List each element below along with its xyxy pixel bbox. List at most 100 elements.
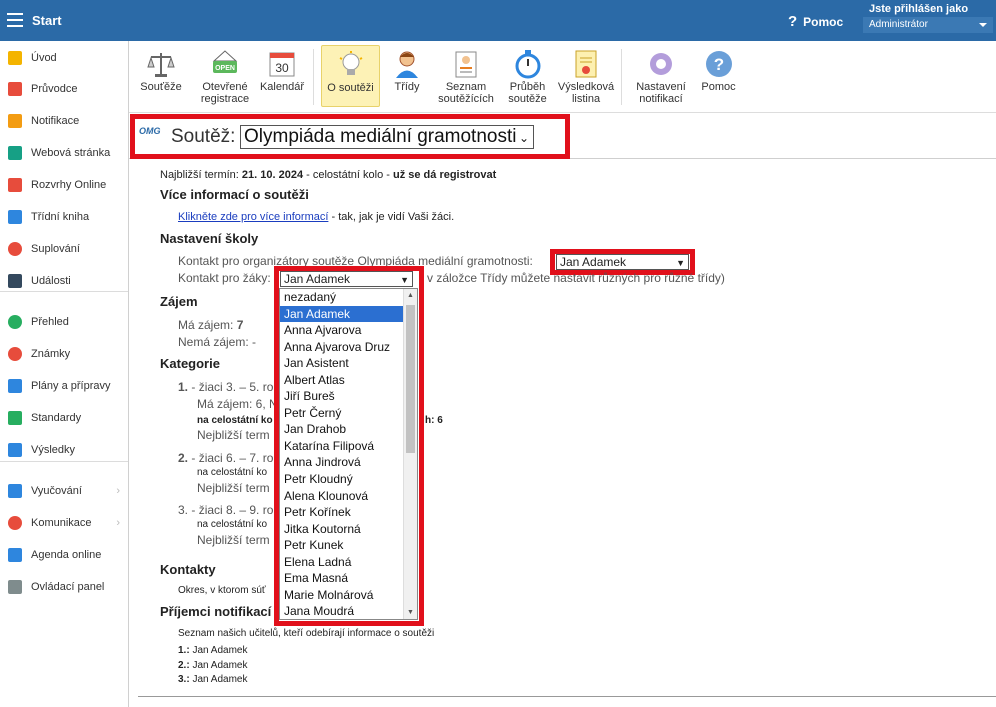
sidebar-item-14[interactable]: Komunikace › [0,512,128,534]
dropdown-option[interactable]: Marie Molnárová [280,587,417,604]
chevron-down-icon: ⌄ [518,131,529,145]
sidebar-item-4[interactable]: Rozvrhy Online [0,174,128,196]
sidebar-item-0[interactable]: Úvod [0,47,128,69]
sidebar-item-13[interactable]: Vyučování › [0,480,128,502]
sidebar-item-2[interactable]: Notifikace [0,110,128,132]
dropdown-option[interactable]: nezadaný [280,289,417,306]
deadline-line: Najbližší termín: 21. 10. 2024 - celostá… [160,169,497,181]
sidebar-item-label: Rozvrhy Online [31,179,107,191]
sidebar-item-1[interactable]: Průvodce [0,78,128,100]
dropdown-option[interactable]: Anna Jindrová [280,454,417,471]
sidebar-item-label: Úvod [31,52,57,64]
toolbar-item-label: Výsledková [557,81,615,93]
recipient-item: 1.: Jan Adamek [178,645,248,656]
user-menu[interactable]: Jste přihlášen jako Administrátor [863,3,993,37]
category-3-final: na celostátní ko [197,519,268,530]
organizer-contact-select[interactable]: Jan Adamek ▼ [556,254,689,270]
user-role-select[interactable]: Administrátor [863,17,993,33]
sidebar-item-8[interactable]: Přehled [0,311,128,333]
dropdown-option[interactable]: Anna Ajvarova [280,322,417,339]
school-settings-heading: Nastavení školy [160,231,259,246]
toolbar-item-label: Seznam [445,81,487,93]
dropdown-option[interactable]: Anna Ajvarova Druz [280,339,417,356]
category-1-term: Nejbližší term [197,428,270,442]
toolbar-item-4[interactable]: Třídy [382,45,432,107]
help-link[interactable]: ? Pomoc [788,13,843,30]
teaching-icon [8,484,22,498]
chat-icon [8,516,22,530]
app-title[interactable]: Start [32,13,62,28]
sidebar-item-10[interactable]: Plány a přípravy [0,375,128,397]
dropdown-option[interactable]: Albert Atlas [280,372,417,389]
toolbar-item-label-2: notifikací [639,93,683,105]
chart-icon [8,443,22,457]
pupils-contact-select[interactable]: Jan Adamek ▼ [280,271,413,287]
sidebar-item-15[interactable]: Agenda online [0,544,128,566]
open-sign-icon: OPEN [210,49,240,79]
dropdown-option[interactable]: Jan Drahob [280,421,417,438]
sidebar-item-label: Komunikace [31,517,92,529]
dropdown-option[interactable]: Katarína Filipová [280,438,417,455]
sidebar-item-3[interactable]: Webová stránka [0,142,128,164]
toolbar-item-1[interactable]: OPEN Otevřené registrace [194,45,256,107]
scroll-up-icon[interactable]: ▲ [407,292,414,299]
dropdown-option[interactable]: Petr Kunek [280,537,417,554]
scroll-thumb[interactable] [406,305,415,453]
toolbar-item-8[interactable]: Nastavení notifikací [630,45,692,107]
dropdown-scrollbar[interactable]: ▲ ▼ [403,289,417,619]
dropdown-option[interactable]: Jitka Koutorná [280,521,417,538]
person-icon [8,242,22,256]
toolbar-item-3[interactable]: O soutěži [321,45,380,107]
scroll-down-icon[interactable]: ▼ [407,609,414,616]
toolbar-item-label: Souťěže [140,81,182,93]
dropdown-option[interactable]: Ema Masná [280,570,417,587]
dropdown-option[interactable]: Alena Klounová [280,488,417,505]
sidebar-item-7[interactable]: Události [0,270,128,292]
sidebar-item-16[interactable]: Ovládací panel [0,576,128,598]
category-2: 2. - žiaci 6. – 7. ro [178,451,274,465]
categories-heading: Kategorie [160,356,220,371]
menu-icon[interactable] [7,13,23,27]
category-1-final-tail: h: 6 [425,415,443,426]
sidebar-divider [0,291,128,292]
sidebar: Úvod Průvodce Notifikace Webová stránka Rozv… [0,41,129,707]
sidebar-item-6[interactable]: Suplování [0,238,128,260]
toolbar-item-label: Pomoc [701,81,736,93]
toolbar-item-0[interactable]: Souťěže [131,45,191,107]
dropdown-option[interactable]: Elena Ladná [280,554,417,571]
help-icon: ? [788,13,798,30]
toolbar-item-6[interactable]: Průběh soutěže [500,45,555,107]
pupils-contact-dropdown[interactable]: nezadaný Jan Adamek Anna Ajvarova Anna Ajva… [279,288,418,620]
sidebar-item-12[interactable]: Výsledky [0,439,128,461]
dropdown-option[interactable]: Jan Adamek [280,305,417,323]
dropdown-option[interactable]: Petr Kořínek [280,504,417,521]
toolbar-item-label: Otevřené [202,81,248,93]
dropdown-option[interactable]: Petr Černý [280,405,417,422]
pupils-contact-label: Kontakt pro žáky: [178,271,271,285]
stopwatch-icon [513,49,543,79]
sidebar-item-5[interactable]: Třídní kniha [0,206,128,228]
toolbar-item-5[interactable]: Seznam soutěžících [434,45,498,107]
dropdown-option[interactable]: Jiří Bureš [280,388,417,405]
toolbar-item-label-2: listina [571,93,601,105]
competition-header: OMG Soutěž: Olympiáda mediální gramotnos… [129,113,996,159]
dropdown-option[interactable]: Petr Kloudný [280,471,417,488]
sidebar-item-11[interactable]: Standardy [0,407,128,429]
top-bar: Start ? Pomoc Jste přihlášen jako Adminis… [0,0,996,41]
toolbar-item-9[interactable]: ? Pomoc [691,45,746,107]
dropdown-option[interactable]: Jan Asistent [280,355,417,372]
svg-text:OPEN: OPEN [215,65,235,72]
briefcase-icon [8,379,22,393]
mail-icon [8,114,22,128]
more-info-link[interactable]: Klikněte zde pro více informací [178,211,328,223]
dropdown-option[interactable]: Jana Moudrá [280,603,417,619]
sidebar-item-label: Události [31,275,71,287]
chevron-right-icon: › [116,485,120,497]
competition-select[interactable]: Olympiáda mediální gramotnosti ⌄ [240,125,534,149]
toolbar-item-2[interactable]: 30 Kalendář [256,45,308,107]
toolbar-item-7[interactable]: Výsledková listina [555,45,617,107]
toolbar-item-label: O soutěži [327,82,374,94]
badge-list-icon [451,49,481,79]
sidebar-item-9[interactable]: Známky [0,343,128,365]
student-icon [392,49,422,79]
